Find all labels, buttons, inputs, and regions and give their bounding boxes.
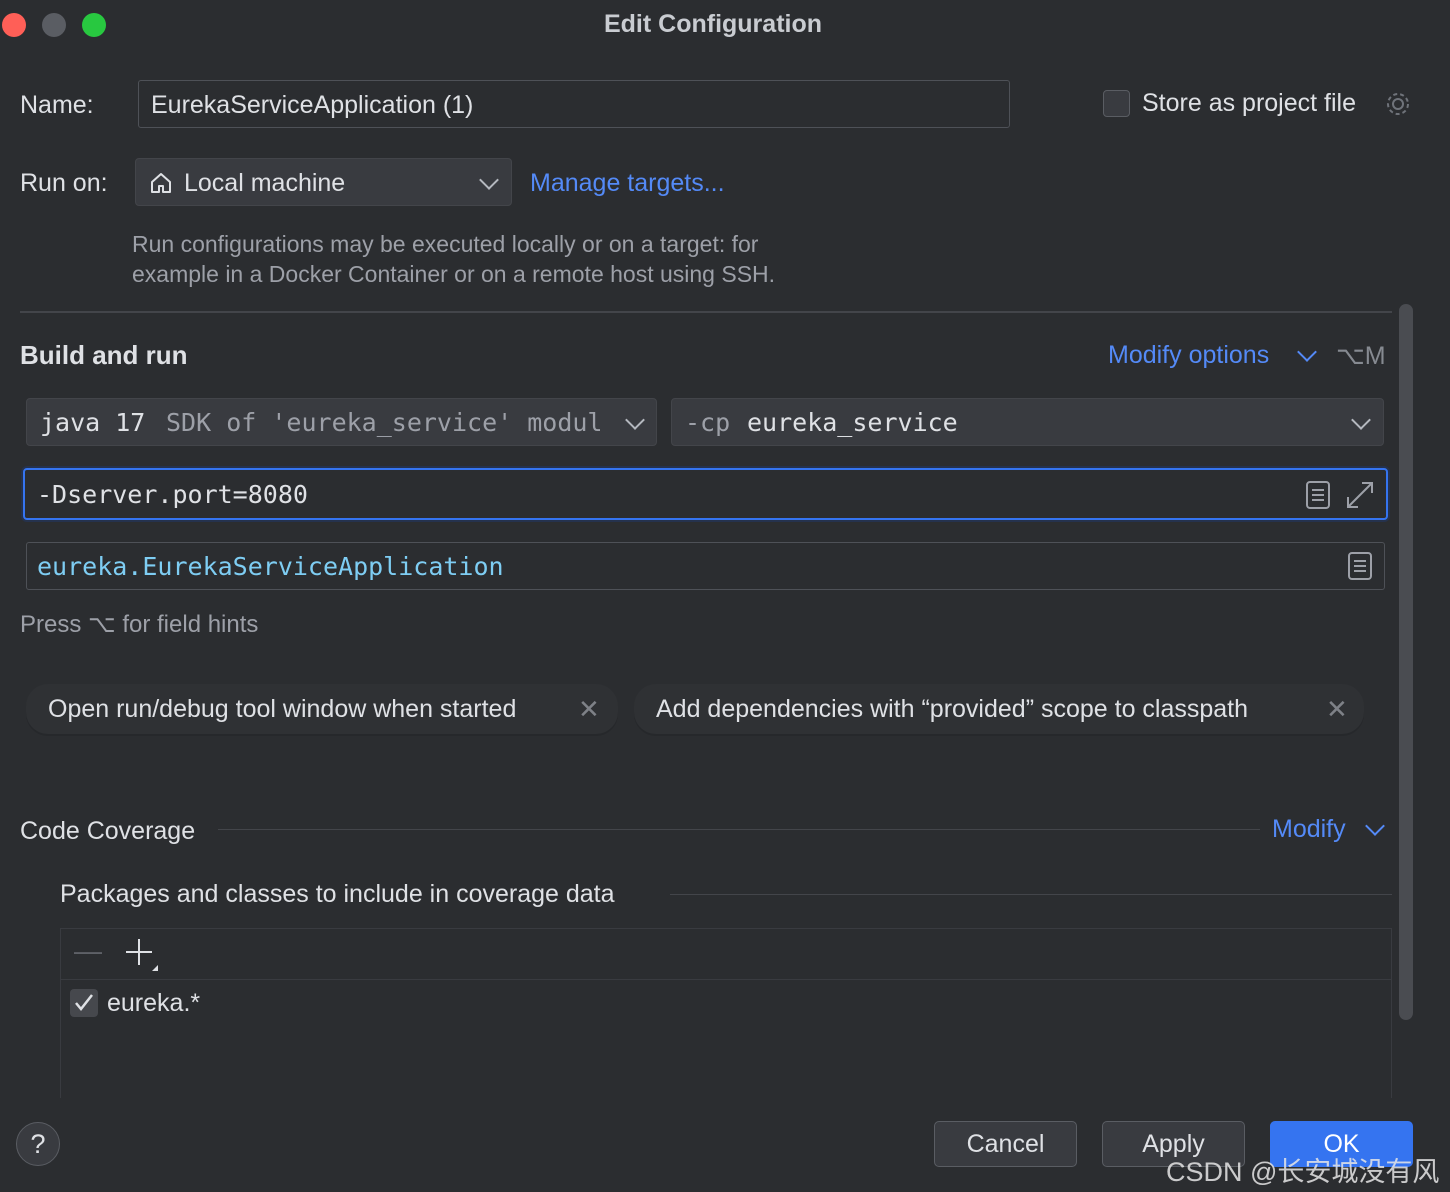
jdk-detail: SDK of 'eureka_service' modul	[166, 408, 603, 437]
code-coverage-heading: Code Coverage	[20, 817, 196, 845]
watermark: CSDN @长安城没有风	[1166, 1157, 1440, 1187]
chevron-down-icon	[1351, 410, 1371, 430]
scrollbar-thumb[interactable]	[1399, 304, 1413, 1020]
name-field-value: EurekaServiceApplication (1)	[151, 91, 474, 119]
store-project-file-checkbox[interactable]	[1103, 90, 1130, 117]
option-tag[interactable]: Open run/debug tool window when started …	[26, 684, 618, 734]
modify-options-link[interactable]: Modify options	[1108, 341, 1269, 370]
close-icon[interactable]: ✕	[1326, 684, 1348, 734]
packages-divider	[670, 894, 1392, 895]
package-pattern: eureka.*	[107, 989, 201, 1017]
manage-targets-link[interactable]: Manage targets...	[530, 169, 725, 198]
store-project-file-label: Store as project file	[1142, 89, 1356, 117]
run-on-selected: Local machine	[184, 169, 346, 197]
chevron-down-icon	[479, 170, 499, 190]
name-label: Name:	[20, 91, 94, 119]
run-on-hint-line2: example in a Docker Container or on a re…	[132, 261, 776, 287]
run-on-hint-line1: Run configurations may be executed local…	[132, 231, 759, 257]
expand-icon[interactable]	[1345, 478, 1375, 514]
classpath-dropdown[interactable]: -cp eureka_service	[671, 398, 1384, 446]
classpath-module: eureka_service	[747, 408, 958, 437]
build-and-run-heading: Build and run	[20, 340, 188, 370]
run-on-dropdown[interactable]: Local machine	[135, 158, 512, 206]
option-tag[interactable]: Add dependencies with “provided” scope t…	[634, 684, 1364, 734]
vm-options-value: -Dserver.port=8080	[37, 480, 308, 509]
help-button[interactable]: ?	[16, 1122, 60, 1166]
main-class-value: eureka.EurekaServiceApplication	[37, 552, 504, 581]
window-title: Edit Configuration	[603, 10, 823, 38]
packages-list: — eureka.*	[60, 928, 1392, 1098]
coverage-modify-link[interactable]: Modify	[1272, 815, 1346, 844]
document-icon[interactable]	[1305, 480, 1331, 514]
jdk-version: java 17	[40, 408, 146, 437]
close-icon[interactable]: ✕	[578, 684, 600, 734]
jdk-dropdown[interactable]: java 17 SDK of 'eureka_service' modul	[26, 398, 657, 446]
remove-button[interactable]: —	[74, 935, 102, 967]
field-hint: Press ⌥ for field hints	[20, 611, 259, 638]
classpath-flag: -cp	[685, 408, 731, 437]
section-divider	[20, 311, 1392, 313]
name-field[interactable]: EurekaServiceApplication (1)	[138, 80, 1010, 128]
checkbox-checked-icon[interactable]	[70, 989, 98, 1017]
run-on-label: Run on:	[20, 169, 108, 197]
chevron-down-icon	[625, 410, 645, 430]
modify-options-shortcut: ⌥M	[1336, 342, 1386, 370]
packages-heading: Packages and classes to include in cover…	[60, 880, 615, 908]
document-icon[interactable]	[1347, 551, 1373, 585]
code-coverage-divider	[218, 829, 1260, 830]
add-button[interactable]	[125, 937, 161, 978]
cancel-button[interactable]: Cancel	[934, 1121, 1077, 1167]
main-class-field[interactable]: eureka.EurekaServiceApplication	[26, 542, 1385, 590]
house-icon	[148, 170, 174, 201]
vm-options-field[interactable]: -Dserver.port=8080	[23, 468, 1388, 520]
coverage-modify-chevron-icon	[1365, 816, 1385, 836]
modify-options-chevron-icon	[1297, 342, 1317, 362]
packages-toolbar: —	[61, 929, 1391, 980]
gear-icon[interactable]	[1384, 90, 1412, 118]
option-tag-label: Add dependencies with “provided” scope t…	[656, 695, 1249, 723]
option-tag-label: Open run/debug tool window when started	[48, 695, 517, 723]
list-item[interactable]: eureka.*	[70, 989, 570, 1019]
help-label: ?	[30, 1129, 46, 1159]
